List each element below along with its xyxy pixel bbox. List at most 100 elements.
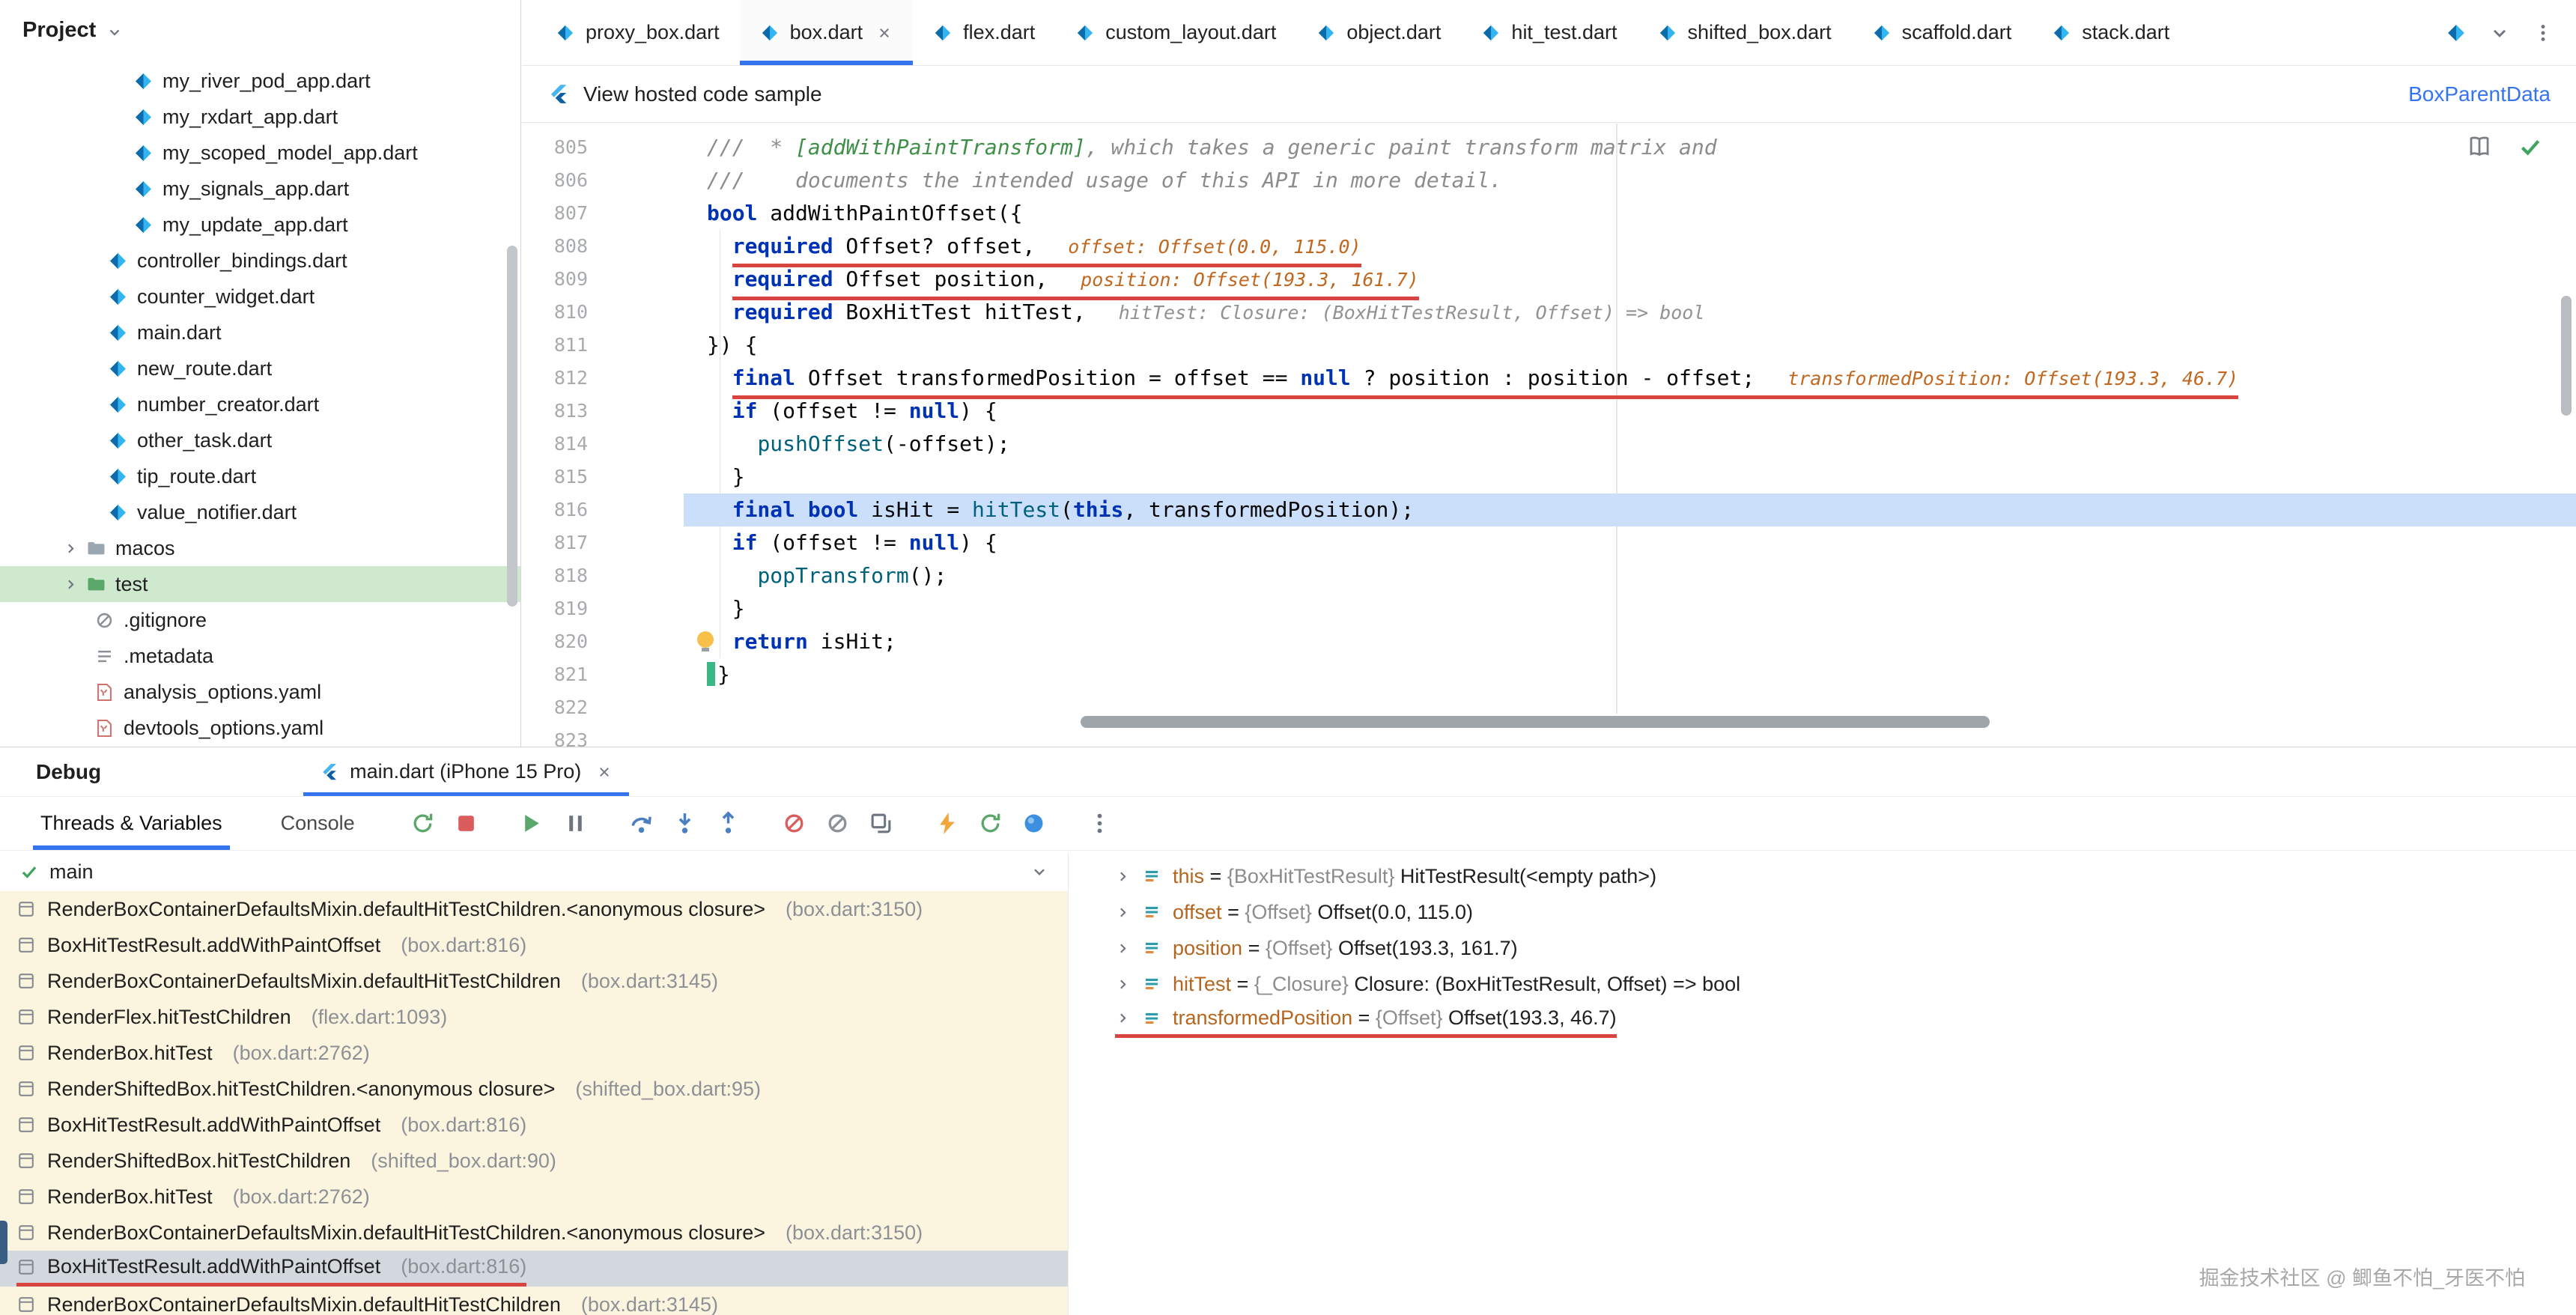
stack-frame-row[interactable]: RenderBoxContainerDefaultsMixin.defaultH…	[0, 1215, 1068, 1251]
evaluate-expression-button[interactable]	[864, 807, 899, 841]
stack-frame-row[interactable]: RenderBoxContainerDefaultsMixin.defaultH…	[0, 891, 1068, 927]
editor-tab-scaffold-dart[interactable]: scaffold.dart	[1852, 0, 2032, 65]
chevron-right-icon[interactable]	[1115, 905, 1131, 920]
chevron-down-icon[interactable]	[1030, 863, 1048, 881]
tree-item-controller-bindings-dart[interactable]: controller_bindings.dart	[0, 243, 520, 279]
resume-button[interactable]	[515, 807, 550, 841]
inspections-ok-icon[interactable]	[2518, 134, 2543, 160]
line-number[interactable]: 815	[522, 461, 684, 493]
chevron-right-icon[interactable]	[1115, 1010, 1131, 1026]
tab-console[interactable]: Console	[273, 797, 362, 850]
editor-tab-hit-test-dart[interactable]: hit_test.dart	[1461, 0, 1637, 65]
line-number[interactable]: 820	[522, 625, 684, 658]
project-scrollbar[interactable]	[507, 246, 517, 607]
tree-item-devtools-options-yaml[interactable]: devtools_options.yaml	[0, 710, 520, 746]
tree-item-analysis-options-yaml[interactable]: analysis_options.yaml	[0, 674, 520, 710]
tree-item-my-signals-app-dart[interactable]: my_signals_app.dart	[0, 171, 520, 207]
variable-row-offset[interactable]: offset = {Offset} Offset(0.0, 115.0)	[1069, 894, 2576, 930]
tree-item-main-dart[interactable]: main.dart	[0, 315, 520, 350]
more-options-button[interactable]	[1083, 807, 1117, 841]
step-into-button[interactable]	[668, 807, 702, 841]
hot-reload-button[interactable]	[930, 807, 965, 841]
chevron-right-icon[interactable]	[63, 577, 79, 592]
editor-tab-flex-dart[interactable]: flex.dart	[913, 0, 1055, 65]
tree-item-gitignore[interactable]: .gitignore	[0, 602, 520, 638]
hot-restart-button[interactable]	[973, 807, 1008, 841]
line-number[interactable]: 811	[522, 329, 684, 362]
tree-item-counter-widget-dart[interactable]: counter_widget.dart	[0, 279, 520, 315]
tree-item-test[interactable]: test	[0, 566, 520, 602]
editor-vertical-scrollbar[interactable]	[2561, 296, 2572, 416]
tree-item-my-update-app-dart[interactable]: my_update_app.dart	[0, 207, 520, 243]
variable-row-this[interactable]: this = {BoxHitTestResult} HitTestResult(…	[1069, 858, 2576, 894]
editor-tab-shifted-box-dart[interactable]: shifted_box.dart	[1638, 0, 1852, 65]
stop-button[interactable]	[449, 807, 484, 841]
line-number[interactable]: 816	[522, 493, 684, 526]
editor-tab-custom-layout-dart[interactable]: custom_layout.dart	[1055, 0, 1296, 65]
tree-item-macos[interactable]: macos	[0, 530, 520, 566]
tab-threads-variables[interactable]: Threads & Variables	[33, 797, 230, 850]
editor-tab-box-dart[interactable]: box.dart	[740, 0, 914, 65]
tree-item-new-route-dart[interactable]: new_route.dart	[0, 350, 520, 386]
stack-frame-row[interactable]: RenderBoxContainerDefaultsMixin.defaultH…	[0, 1287, 1068, 1315]
disable-breakpoints-button[interactable]	[821, 807, 855, 841]
debug-toolwindow-stripe-indicator[interactable]	[0, 1221, 7, 1264]
stack-frame-row[interactable]: BoxHitTestResult.addWithPaintOffset(box.…	[0, 1107, 1068, 1143]
close-icon[interactable]	[876, 25, 893, 41]
devtools-button[interactable]	[1017, 807, 1051, 841]
editor-tab-object-dart[interactable]: object.dart	[1296, 0, 1461, 65]
editor-horizontal-scrollbar[interactable]	[1081, 716, 1990, 728]
line-number[interactable]: 817	[522, 526, 684, 559]
chevron-right-icon[interactable]	[63, 541, 79, 556]
close-icon[interactable]	[596, 764, 613, 780]
tree-item-other-task-dart[interactable]: other_task.dart	[0, 422, 520, 458]
stack-frame-row[interactable]: RenderShiftedBox.hitTestChildren(shifted…	[0, 1143, 1068, 1179]
chevron-right-icon[interactable]	[1115, 869, 1131, 884]
line-number[interactable]: 810	[522, 296, 684, 329]
line-number[interactable]: 818	[522, 559, 684, 592]
step-out-button[interactable]	[711, 807, 746, 841]
stack-frame-row[interactable]: RenderShiftedBox.hitTestChildren.<anonym…	[0, 1071, 1068, 1107]
chevron-down-icon[interactable]	[106, 24, 123, 40]
hidden-tab-dart-icon[interactable]	[2446, 22, 2467, 43]
code-editor[interactable]: 805/// * [addWithPaintTransform], which …	[522, 124, 2576, 747]
tree-item-my-rxdart-app-dart[interactable]: my_rxdart_app.dart	[0, 99, 520, 135]
stack-frame-row[interactable]: RenderFlex.hitTestChildren(flex.dart:109…	[0, 999, 1068, 1035]
line-number[interactable]: 814	[522, 428, 684, 461]
tree-item-value-notifier-dart[interactable]: value_notifier.dart	[0, 494, 520, 530]
line-number[interactable]: 806	[522, 164, 684, 197]
stack-frame-row[interactable]: RenderBoxContainerDefaultsMixin.defaultH…	[0, 963, 1068, 999]
debug-session-tab[interactable]: main.dart (iPhone 15 Pro)	[303, 747, 629, 796]
tree-item-tip-route-dart[interactable]: tip_route.dart	[0, 458, 520, 494]
editor-tab-proxy-box-dart[interactable]: proxy_box.dart	[535, 0, 740, 65]
line-number[interactable]: 823	[522, 724, 684, 747]
mute-breakpoints-button[interactable]	[777, 807, 812, 841]
line-number[interactable]: 819	[522, 592, 684, 625]
chevron-right-icon[interactable]	[1115, 977, 1131, 992]
pause-button[interactable]	[559, 807, 593, 841]
reader-mode-icon[interactable]	[2467, 134, 2492, 160]
banner-link[interactable]: BoxParentData	[2408, 82, 2551, 106]
tree-item-my-scoped-model-app-dart[interactable]: my_scoped_model_app.dart	[0, 135, 520, 171]
intention-bulb-icon[interactable]	[696, 631, 715, 652]
stack-frame-row[interactable]: BoxHitTestResult.addWithPaintOffset(box.…	[0, 1251, 1068, 1287]
line-number[interactable]: 808	[522, 230, 684, 263]
tree-item-number-creator-dart[interactable]: number_creator.dart	[0, 386, 520, 422]
hidden-tabs-chevron-icon[interactable]	[2489, 22, 2510, 43]
variable-row-hittest[interactable]: hitTest = {_Closure} Closure: (BoxHitTes…	[1069, 966, 2576, 1002]
stack-frame-row[interactable]: RenderBox.hitTest(box.dart:2762)	[0, 1179, 1068, 1215]
line-number[interactable]: 809	[522, 263, 684, 296]
line-number[interactable]: 821	[522, 658, 684, 691]
chevron-right-icon[interactable]	[1115, 941, 1131, 956]
line-number[interactable]: 822	[522, 691, 684, 724]
step-over-button[interactable]	[625, 807, 659, 841]
line-number[interactable]: 813	[522, 395, 684, 428]
line-number[interactable]: 807	[522, 197, 684, 230]
thread-selector[interactable]: main	[0, 852, 1068, 891]
editor-options-icon[interactable]	[2533, 22, 2554, 43]
stack-frame-row[interactable]: BoxHitTestResult.addWithPaintOffset(box.…	[0, 927, 1068, 963]
rerun-button[interactable]	[406, 807, 440, 841]
tree-item-my-river-pod-app-dart[interactable]: my_river_pod_app.dart	[0, 63, 520, 99]
tree-item-metadata[interactable]: .metadata	[0, 638, 520, 674]
stack-frame-row[interactable]: RenderBox.hitTest(box.dart:2762)	[0, 1035, 1068, 1071]
